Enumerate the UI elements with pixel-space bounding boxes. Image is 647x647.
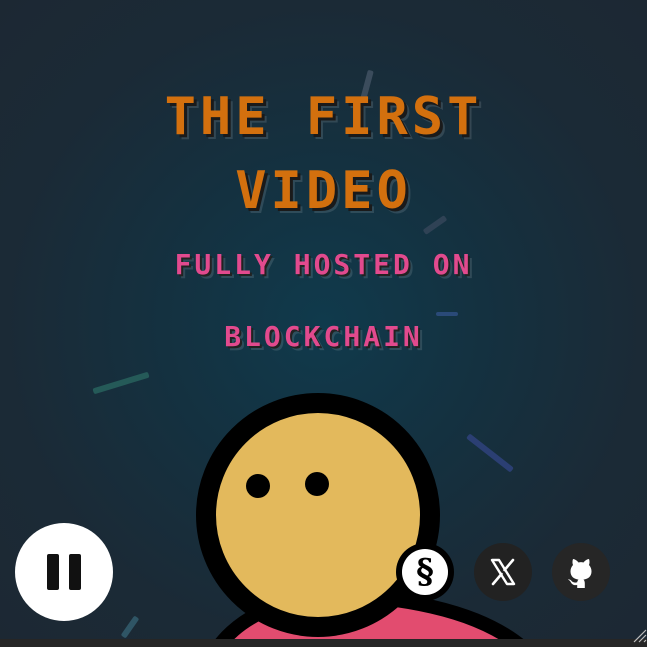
s-logo-icon: § (402, 549, 448, 595)
x-logo-link[interactable] (474, 543, 532, 601)
pause-button[interactable] (15, 523, 113, 621)
video-canvas: THE FIRST VIDEO FULLY HOSTED ON BLOCKCHA… (0, 0, 647, 647)
mascot-eye-right (305, 472, 329, 496)
s-logo-glyph: § (416, 552, 434, 592)
github-logo-link[interactable] (552, 543, 610, 601)
bottom-bar (0, 639, 647, 647)
pause-icon (42, 554, 86, 590)
x-logo-icon (490, 558, 516, 586)
resize-grip-icon[interactable] (631, 627, 647, 643)
s-logo-link[interactable]: § (396, 543, 454, 601)
mascot-head (196, 393, 440, 637)
mascot-eye-left (246, 474, 270, 498)
github-icon (568, 559, 592, 588)
